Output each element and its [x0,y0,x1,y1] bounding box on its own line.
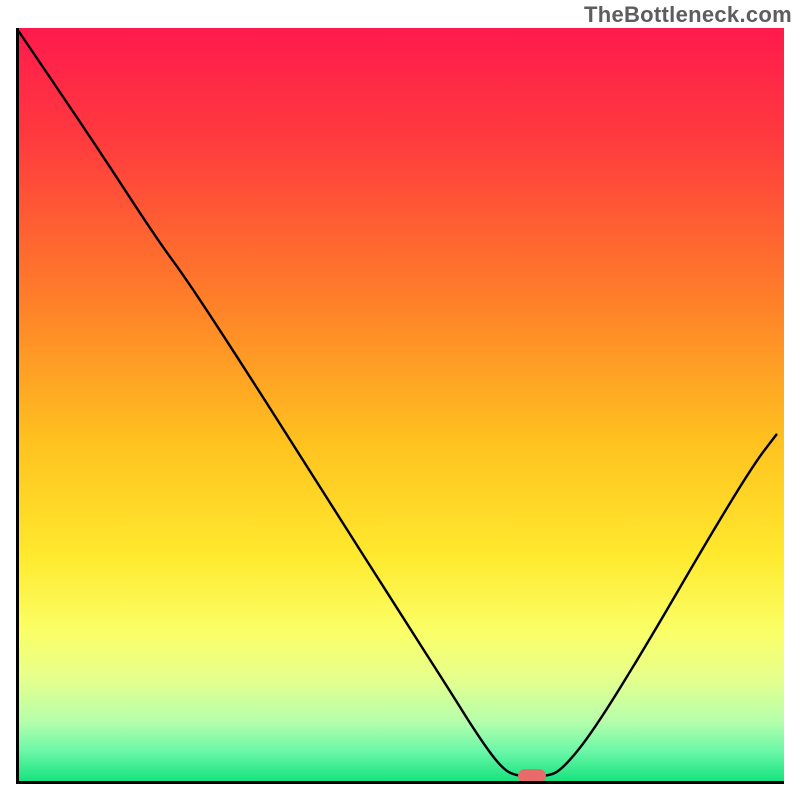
optimal-point-marker [518,769,546,783]
chart-plot-area [16,28,784,784]
watermark-text: TheBottleneck.com [584,2,792,28]
chart-svg [19,28,784,781]
chart-background [19,28,784,781]
